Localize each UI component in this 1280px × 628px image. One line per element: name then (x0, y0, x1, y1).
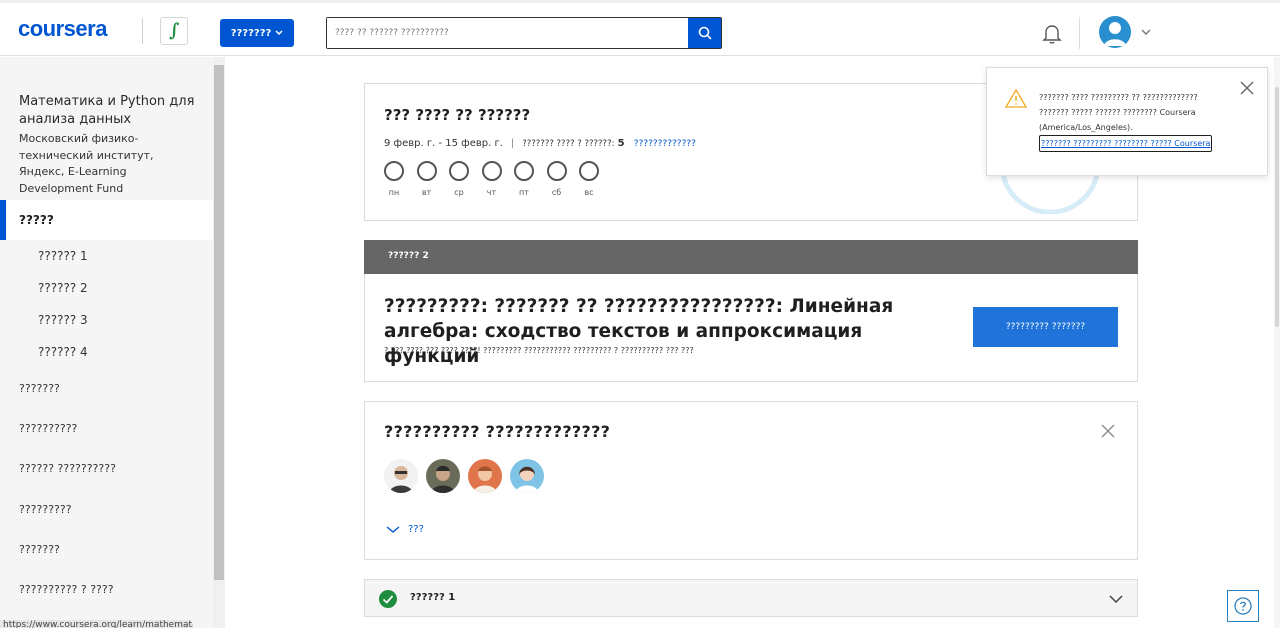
week-1-card[interactable]: ?????? 1 (364, 579, 1138, 617)
search-icon (698, 26, 712, 40)
lesson-card: ?????????: ??????? ?? ????????????????: … (364, 274, 1138, 382)
status-url-tooltip: https://www.coursera.org/learn/mathemati… (0, 620, 193, 628)
sidebar-item-4[interactable]: ????????? (19, 503, 72, 516)
sidebar-item-5[interactable]: ??????? (19, 543, 60, 556)
schedule-dates: 9 февр. г. - 15 февр. г. (384, 138, 503, 149)
page-scrollbar[interactable] (1274, 57, 1280, 628)
instructors-card: ?????????? ????????????? ??? (364, 401, 1138, 560)
instructors-title: ?????????? ????????????? (384, 422, 611, 441)
day-circle (481, 161, 502, 181)
top-header: coursera ∫ ??????? (0, 0, 1280, 56)
day-circle (514, 161, 534, 181)
instructor-avatar[interactable] (468, 459, 502, 493)
sidebar-item-label: ????? (19, 213, 54, 227)
lesson-title: ?????????: ??????? ?? ????????????????: … (384, 296, 894, 367)
sidebar-item-1[interactable]: ??????? (19, 382, 60, 395)
search-input[interactable] (327, 18, 688, 48)
instructor-avatar[interactable] (426, 459, 460, 493)
day-circle (546, 161, 567, 181)
day-circle (384, 161, 404, 181)
notification-message: ??????? ???? ????????? ?? ????????????? … (1039, 93, 1198, 132)
show-more-label: ??? (408, 524, 424, 535)
sidebar-item-active[interactable]: ????? (0, 200, 213, 240)
day-circle (579, 161, 599, 181)
instructor-avatar[interactable] (510, 459, 544, 493)
sidebar-scrollbar[interactable] (213, 57, 225, 628)
course-organization: Московский физико-технический институт, … (19, 132, 154, 195)
day-circle (416, 161, 437, 181)
week-1-label: ?????? 1 (410, 592, 456, 603)
sidebar-scroll-thumb[interactable] (214, 65, 224, 580)
sidebar-item-6[interactable]: ?????????? ? ???? (19, 583, 114, 596)
sidebar-week-2[interactable]: ?????? 2 (38, 281, 88, 295)
day-label: вт (421, 188, 432, 197)
sidebar-week-1[interactable]: ?????? 1 (38, 249, 88, 263)
search-button[interactable] (688, 18, 721, 48)
course-title[interactable]: Математика и Python для анализа данных (19, 93, 199, 129)
day-label: вс (584, 188, 594, 197)
warning-icon (1005, 88, 1027, 108)
sidebar-item-3[interactable]: ?????? ?????????? (19, 462, 116, 475)
goal-label: ??????? ???? ? ??????: (522, 139, 615, 149)
partner-logo[interactable]: ∫ (160, 17, 188, 45)
coursera-logo[interactable]: coursera (18, 16, 107, 42)
lesson-subtitle: ? ??? ???? ??? ???? ????! ????????? ????… (384, 346, 694, 355)
edit-goal-link[interactable]: ????????????? (634, 139, 696, 149)
day-label: пт (519, 188, 529, 197)
chevron-down-icon (275, 30, 283, 36)
explore-button-label: ??????? (230, 27, 272, 39)
resume-button[interactable]: ????????? ??????? (973, 307, 1118, 347)
page-scroll-thumb[interactable] (1275, 87, 1279, 327)
help-button[interactable] (1227, 590, 1259, 622)
goal-value: 5 (617, 138, 625, 149)
sidebar-week-4[interactable]: ?????? 4 (38, 345, 88, 359)
week-2-label: ?????? 2 (388, 251, 429, 261)
logo-divider (142, 18, 143, 44)
sidebar-item-2[interactable]: ?????????? (19, 422, 77, 435)
chevron-down-icon[interactable] (1140, 27, 1152, 37)
schedule-title: ??? ???? ?? ?????? (384, 106, 531, 124)
week-2-header: ?????? 2 (364, 240, 1138, 274)
day-label: чт (486, 188, 497, 197)
user-avatar[interactable] (1099, 16, 1131, 48)
day-label: пн (388, 188, 400, 197)
show-more-link[interactable]: ??? (386, 524, 424, 535)
bell-icon[interactable] (1040, 21, 1064, 45)
day-circle (449, 161, 469, 181)
notification-link[interactable]: ??????? ????????? ???????? ????? Courser… (1039, 135, 1213, 152)
schedule-dates-row: 9 февр. г. - 15 февр. г. |??????? ???? ? … (384, 138, 696, 149)
search-bar (326, 17, 722, 49)
check-circle-icon (379, 590, 397, 608)
help-icon (1234, 597, 1252, 615)
notification-text: ??????? ???? ????????? ?? ????????????? … (1039, 90, 1217, 152)
day-label: ср (454, 188, 464, 197)
header-divider (1079, 17, 1080, 49)
close-icon[interactable] (1101, 424, 1115, 438)
chevron-down-icon (386, 526, 400, 533)
user-icon (1104, 22, 1126, 46)
day-label: сб (551, 188, 562, 197)
close-icon[interactable] (1239, 80, 1255, 96)
explore-button[interactable]: ??????? (220, 19, 294, 47)
instructor-avatar[interactable] (384, 459, 418, 493)
sidebar-week-3[interactable]: ?????? 3 (38, 313, 88, 327)
chevron-down-icon[interactable] (1108, 593, 1124, 605)
timezone-notification: ??????? ???? ????????? ?? ????????????? … (986, 67, 1268, 176)
